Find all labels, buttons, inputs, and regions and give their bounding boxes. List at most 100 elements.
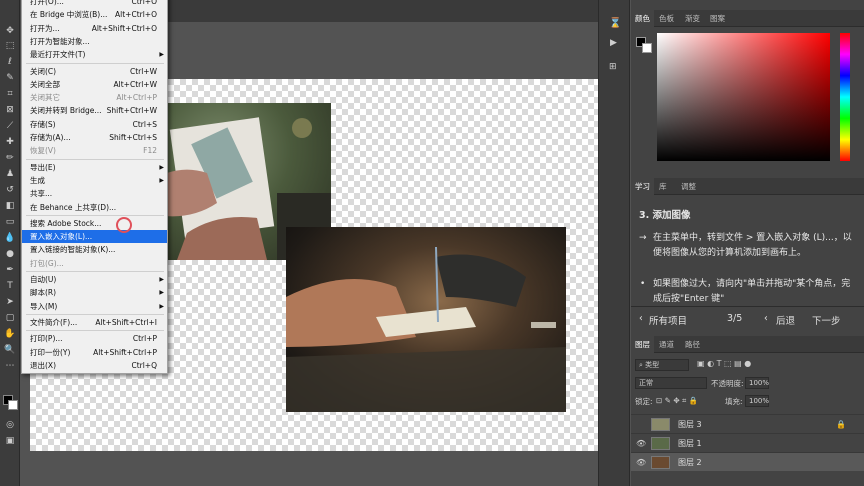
file-menu-item[interactable]: 关闭并转到 Bridge... Shift+Ctrl+W	[22, 104, 167, 117]
layer-row[interactable]: 👁 图层 1	[631, 433, 864, 452]
tab-gradients[interactable]: 渐变	[681, 10, 704, 27]
chevron-left-icon[interactable]: ‹	[639, 313, 643, 324]
shape-tool-icon[interactable]: ▢	[4, 313, 16, 323]
zoom-tool-icon[interactable]: 🔍	[4, 345, 16, 355]
file-menu-item[interactable]: 关闭全部 Alt+Ctrl+W	[22, 78, 167, 91]
color-field[interactable]	[657, 33, 830, 161]
file-menu-item[interactable]: 退出(X) Ctrl+Q	[22, 359, 167, 372]
file-menu-item[interactable]: 最近打开文件(T) ▶	[22, 48, 167, 61]
crop-tool-icon[interactable]: ⌗	[4, 89, 16, 99]
file-menu-item[interactable]: 在 Behance 上共享(D)...	[22, 201, 167, 214]
submenu-arrow-icon: ▶	[159, 289, 164, 297]
quick-select-tool-icon[interactable]: ✎	[4, 73, 16, 83]
menu-item-label: 在 Behance 上共享(D)...	[30, 202, 117, 212]
file-menu-item[interactable]: 存储(S) Ctrl+S	[22, 118, 167, 131]
tab-adjustments[interactable]: 调整	[677, 178, 700, 195]
stamp-tool-icon[interactable]: ♟	[4, 169, 16, 179]
file-menu-item[interactable]: 打印一份(Y) Alt+Shift+Ctrl+P	[22, 346, 167, 359]
tab-channels[interactable]: 通道	[655, 336, 678, 353]
tab-libraries[interactable]: 库	[655, 178, 671, 195]
layer-name: 图层 3	[678, 420, 702, 429]
menu-item-label: 导入(M)	[30, 301, 58, 311]
learn-step-instruction: 在主菜单中，转到文件 > 置入嵌入对象 (L)...，以便将图像从您的计算机添加…	[653, 233, 852, 258]
cursor-highlight-ring	[116, 217, 132, 233]
menu-item-shortcut: Shift+Ctrl+S	[109, 133, 157, 142]
chevron-left-icon[interactable]: ‹	[764, 313, 768, 324]
history-brush-tool-icon[interactable]: ↺	[4, 185, 16, 195]
play-actions-icon[interactable]: ▶	[610, 38, 617, 48]
layer-thumbnail	[651, 456, 670, 469]
menu-item-label: 关闭其它	[30, 93, 60, 103]
canvas-photo-craftsman[interactable]	[286, 227, 566, 412]
menu-item-label: 自动(U)	[30, 275, 57, 284]
move-tool-icon[interactable]: ✥	[4, 26, 16, 36]
more-tools-icon[interactable]: ⋯	[4, 361, 16, 371]
lock-icons[interactable]: ⊡ ✎ ✥ ⌗ 🔒	[656, 396, 698, 406]
learn-step-heading: 3. 添加图像	[639, 210, 691, 221]
marquee-tool-icon[interactable]: ⬚	[4, 41, 16, 51]
layer-filter-select[interactable]: ⌕ 类型	[635, 359, 689, 371]
tab-learn[interactable]: 学习	[631, 178, 654, 195]
blend-mode-select[interactable]: 正常	[635, 377, 707, 389]
next-button[interactable]: 下一步	[812, 313, 841, 327]
file-menu-item[interactable]: 生成 ▶	[22, 174, 167, 187]
healing-brush-tool-icon[interactable]: ✚	[4, 137, 16, 147]
submenu-arrow-icon: ▶	[159, 176, 164, 184]
file-menu-item[interactable]: 脚本(R) ▶	[22, 286, 167, 299]
menu-item-shortcut: F12	[143, 146, 157, 156]
lock-label: 锁定:	[635, 397, 653, 406]
file-menu-item[interactable]: 打印(P)... Ctrl+P	[22, 332, 167, 345]
file-menu-item[interactable]: 导出(E) ▶	[22, 161, 167, 174]
eyedropper-tool-icon[interactable]: ⟋	[4, 121, 16, 131]
all-projects-link[interactable]: 所有项目	[649, 313, 687, 327]
eraser-tool-icon[interactable]: ◧	[4, 201, 16, 211]
brush-tool-icon[interactable]: ✏	[4, 153, 16, 163]
file-menu-item[interactable]: 导入(M) ▶	[22, 300, 167, 313]
tab-patterns[interactable]: 图案	[706, 10, 729, 27]
layer-row[interactable]: 👁 图层 2	[631, 452, 864, 471]
tab-color[interactable]: 颜色	[631, 10, 654, 27]
file-menu-item[interactable]: 搜索 Adobe Stock...	[22, 217, 167, 230]
tab-layers[interactable]: 图层	[631, 336, 654, 353]
file-menu-item[interactable]: 打开(O)... Ctrl+O	[22, 0, 167, 8]
file-menu-item[interactable]: 打开为... Alt+Shift+Ctrl+O	[22, 22, 167, 35]
filter-icons[interactable]: ▣ ◐ T ⬚ ▤ ●	[697, 359, 751, 368]
properties-panel-icon[interactable]: ⊞	[609, 62, 617, 72]
eye-icon[interactable]: 👁	[636, 434, 646, 453]
fill-input[interactable]: 100%	[745, 395, 769, 407]
quick-mask-icon[interactable]: ◎	[4, 420, 16, 430]
menu-separator	[26, 214, 164, 216]
file-menu-item[interactable]: 文件简介(F)... Alt+Shift+Ctrl+I	[22, 316, 167, 329]
file-menu-item[interactable]: 打开为智能对象...	[22, 35, 167, 48]
dodge-tool-icon[interactable]: ●	[4, 249, 16, 259]
path-selection-tool-icon[interactable]: ➤	[4, 297, 16, 307]
layer-row[interactable]: 图层 3 🔒	[631, 414, 864, 433]
eye-icon[interactable]: 👁	[636, 453, 646, 472]
type-tool-icon[interactable]: T	[4, 281, 16, 291]
file-menu-item[interactable]: 置入链接的智能对象(K)...	[22, 243, 167, 256]
right-panels: 颜色 色板 渐变 图案 学习 库 调整 3. 添加图像 → 在主菜单中，转到文件…	[631, 0, 864, 486]
pen-tool-icon[interactable]: ✒	[4, 265, 16, 275]
background-color-swatch[interactable]	[8, 400, 18, 410]
gradient-tool-icon[interactable]: ▭	[4, 217, 16, 227]
lasso-tool-icon[interactable]: ℓ	[4, 57, 16, 67]
file-menu-item[interactable]: 自动(U) ▶	[22, 273, 167, 286]
file-menu-item[interactable]: 共享...	[22, 187, 167, 200]
hue-slider[interactable]	[840, 33, 850, 161]
blur-tool-icon[interactable]: 💧	[4, 233, 16, 243]
layer-thumbnail	[651, 418, 670, 431]
back-button[interactable]: 后退	[776, 313, 795, 327]
tab-paths[interactable]: 路径	[681, 336, 704, 353]
tab-swatches[interactable]: 色板	[655, 10, 678, 27]
history-panel-icon[interactable]: ⌛	[609, 18, 621, 29]
panel-background-swatch[interactable]	[642, 43, 652, 53]
opacity-input[interactable]: 100%	[745, 377, 769, 389]
file-menu-item[interactable]: 置入嵌入对象(L)...	[22, 230, 167, 244]
file-menu-dropdown: 打开(O)... Ctrl+O 在 Bridge 中浏览(B)... Alt+Ctrl…	[21, 0, 168, 374]
hand-tool-icon[interactable]: ✋	[4, 329, 16, 339]
file-menu-item[interactable]: 关闭(C) Ctrl+W	[22, 65, 167, 78]
frame-tool-icon[interactable]: ⊠	[4, 105, 16, 115]
file-menu-item[interactable]: 存储为(A)... Shift+Ctrl+S	[22, 131, 167, 144]
screen-mode-icon[interactable]: ▣	[4, 436, 16, 446]
file-menu-item[interactable]: 在 Bridge 中浏览(B)... Alt+Ctrl+O	[22, 8, 167, 21]
